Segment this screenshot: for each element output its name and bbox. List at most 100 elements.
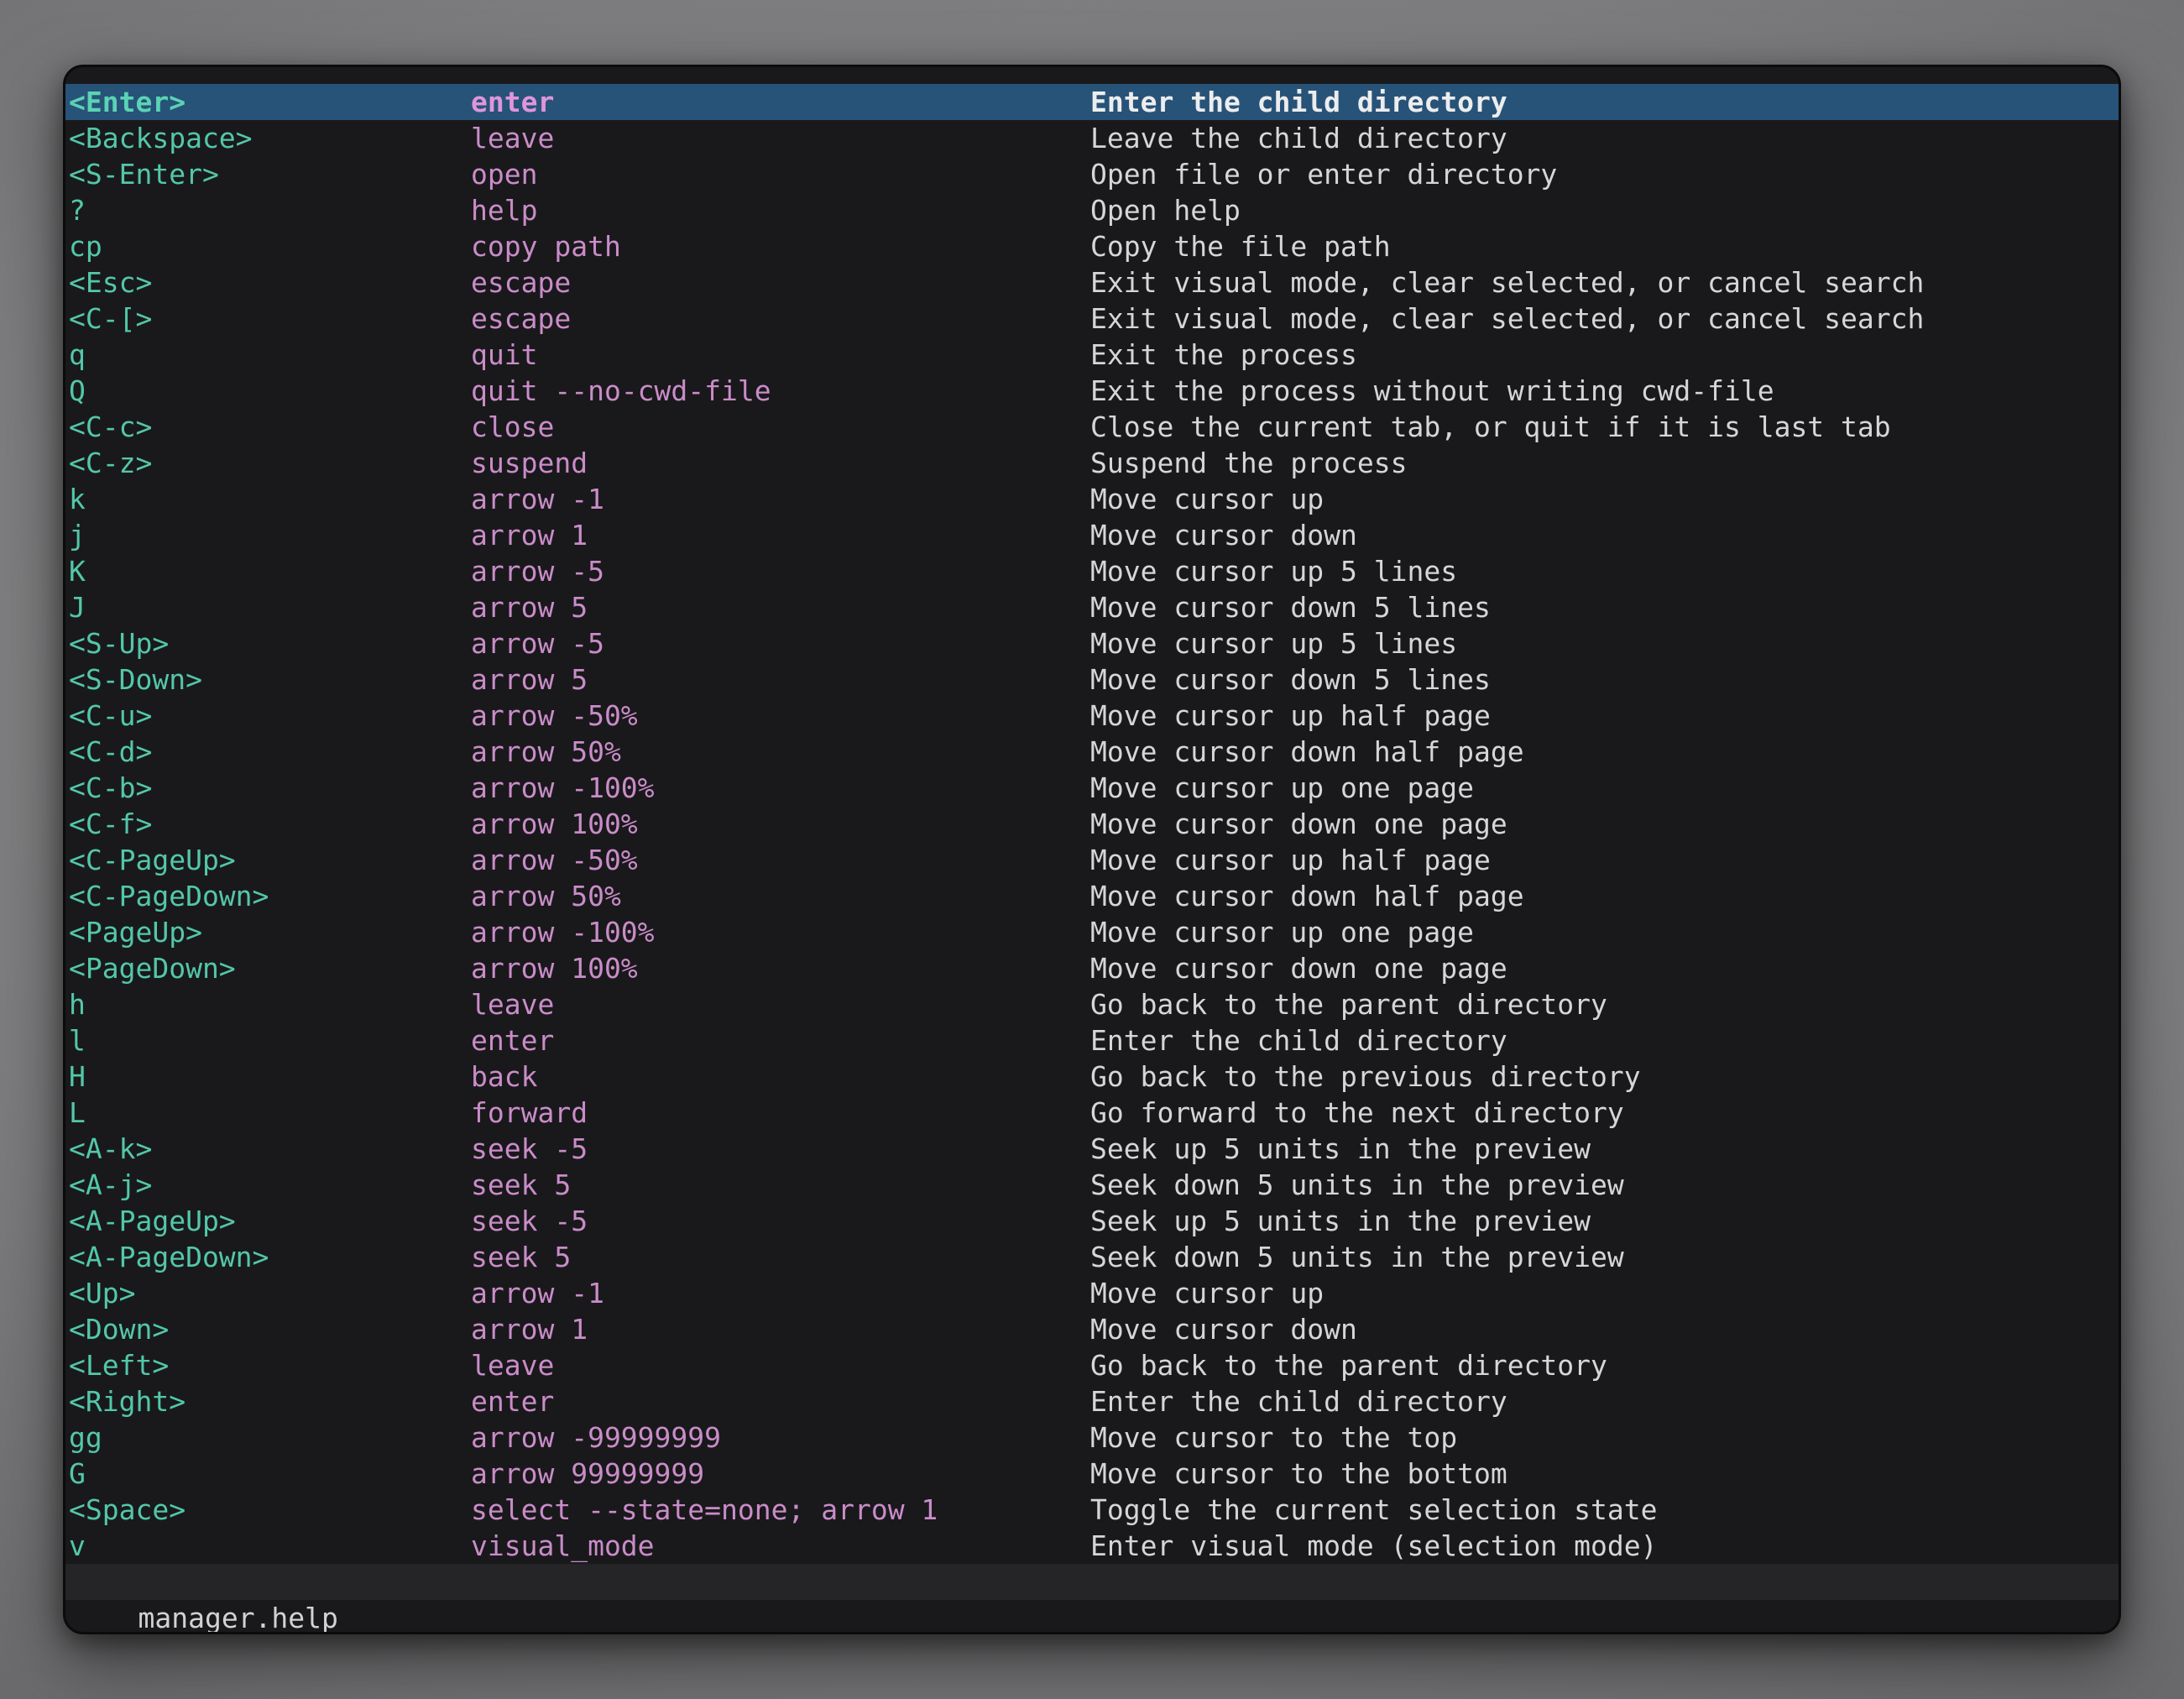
key-cell: v	[69, 1528, 471, 1564]
description-cell: Enter the child directory	[1090, 1022, 2119, 1059]
command-cell: arrow 1	[471, 517, 1090, 553]
key-cell: <Esc>	[69, 264, 471, 301]
command-cell: seek 5	[471, 1239, 1090, 1275]
key-cell: <A-PageUp>	[69, 1203, 471, 1239]
keybind-row[interactable]: <Left> leave Go back to the parent direc…	[65, 1347, 2119, 1383]
keybind-row[interactable]: ? help Open help	[65, 192, 2119, 228]
keybind-row[interactable]: <C-b> arrow -100% Move cursor up one pag…	[65, 770, 2119, 806]
keybind-row[interactable]: <Down> arrow 1 Move cursor down	[65, 1311, 2119, 1347]
key-cell: <A-PageDown>	[69, 1239, 471, 1275]
key-cell: <Enter>	[69, 84, 471, 120]
keybind-row[interactable]: <C-c> close Close the current tab, or qu…	[65, 409, 2119, 445]
command-cell: help	[471, 192, 1090, 228]
command-cell: arrow 1	[471, 1311, 1090, 1347]
status-bar: manager.help	[65, 1564, 2119, 1600]
keybind-row[interactable]: G arrow 99999999 Move cursor to the bott…	[65, 1456, 2119, 1492]
command-cell: enter	[471, 84, 1090, 120]
command-cell: copy path	[471, 228, 1090, 264]
command-cell: arrow 50%	[471, 878, 1090, 914]
description-cell: Move cursor up	[1090, 1275, 2119, 1311]
keybind-row[interactable]: <C-d> arrow 50% Move cursor down half pa…	[65, 734, 2119, 770]
keybind-row[interactable]: <Backspace> leave Leave the child direct…	[65, 120, 2119, 156]
command-cell: arrow -99999999	[471, 1419, 1090, 1456]
command-cell: seek 5	[471, 1167, 1090, 1203]
keybind-row[interactable]: cp copy path Copy the file path	[65, 228, 2119, 264]
command-cell: enter	[471, 1383, 1090, 1419]
keybind-row[interactable]: v visual_mode Enter visual mode (selecti…	[65, 1528, 2119, 1564]
keybind-row[interactable]: <A-PageDown> seek 5 Seek down 5 units in…	[65, 1239, 2119, 1275]
keybind-list: <Enter> enter Enter the child directory …	[65, 84, 2119, 1564]
command-cell: arrow 100%	[471, 950, 1090, 986]
key-cell: <Up>	[69, 1275, 471, 1311]
command-cell: quit --no-cwd-file	[471, 373, 1090, 409]
key-cell: gg	[69, 1419, 471, 1456]
command-cell: seek -5	[471, 1203, 1090, 1239]
keybind-row[interactable]: <Space> select --state=none; arrow 1 Tog…	[65, 1492, 2119, 1528]
keybind-row[interactable]: <C-f> arrow 100% Move cursor down one pa…	[65, 806, 2119, 842]
key-cell: <Down>	[69, 1311, 471, 1347]
description-cell: Open file or enter directory	[1090, 156, 2119, 192]
keybind-row[interactable]: L forward Go forward to the next directo…	[65, 1095, 2119, 1131]
keybind-row[interactable]: K arrow -5 Move cursor up 5 lines	[65, 553, 2119, 589]
keybind-row[interactable]: <S-Enter> open Open file or enter direct…	[65, 156, 2119, 192]
keybind-row[interactable]: J arrow 5 Move cursor down 5 lines	[65, 589, 2119, 625]
keybind-row[interactable]: q quit Exit the process	[65, 337, 2119, 373]
command-cell: suspend	[471, 445, 1090, 481]
key-cell: J	[69, 589, 471, 625]
command-cell: arrow -1	[471, 1275, 1090, 1311]
keybind-row[interactable]: <A-j> seek 5 Seek down 5 units in the pr…	[65, 1167, 2119, 1203]
terminal-window: <Enter> enter Enter the child directory …	[63, 65, 2121, 1634]
description-cell: Move cursor down half page	[1090, 878, 2119, 914]
keybind-row[interactable]: <C-PageDown> arrow 50% Move cursor down …	[65, 878, 2119, 914]
keybind-row[interactable]: h leave Go back to the parent directory	[65, 986, 2119, 1022]
command-cell: arrow -100%	[471, 914, 1090, 950]
keybind-row[interactable]: <Right> enter Enter the child directory	[65, 1383, 2119, 1419]
keybind-row[interactable]: H back Go back to the previous directory	[65, 1059, 2119, 1095]
keybind-row[interactable]: <C-[> escape Exit visual mode, clear sel…	[65, 301, 2119, 337]
key-cell: <C-b>	[69, 770, 471, 806]
keybind-row[interactable]: <A-k> seek -5 Seek up 5 units in the pre…	[65, 1131, 2119, 1167]
keybind-row[interactable]: <PageUp> arrow -100% Move cursor up one …	[65, 914, 2119, 950]
description-cell: Enter the child directory	[1090, 84, 2119, 120]
keybind-row[interactable]: <C-PageUp> arrow -50% Move cursor up hal…	[65, 842, 2119, 878]
key-cell: <C-c>	[69, 409, 471, 445]
keybind-row[interactable]: <Esc> escape Exit visual mode, clear sel…	[65, 264, 2119, 301]
keybind-row[interactable]: j arrow 1 Move cursor down	[65, 517, 2119, 553]
command-cell: close	[471, 409, 1090, 445]
description-cell: Move cursor up half page	[1090, 698, 2119, 734]
keybind-row[interactable]: <Enter> enter Enter the child directory	[65, 84, 2119, 120]
keybind-row[interactable]: l enter Enter the child directory	[65, 1022, 2119, 1059]
description-cell: Exit the process without writing cwd-fil…	[1090, 373, 2119, 409]
key-cell: <S-Enter>	[69, 156, 471, 192]
keybind-row[interactable]: <Up> arrow -1 Move cursor up	[65, 1275, 2119, 1311]
keybind-row[interactable]: gg arrow -99999999 Move cursor to the to…	[65, 1419, 2119, 1456]
keybind-row[interactable]: <S-Down> arrow 5 Move cursor down 5 line…	[65, 661, 2119, 698]
keybind-row[interactable]: <PageDown> arrow 100% Move cursor down o…	[65, 950, 2119, 986]
description-cell: Move cursor to the top	[1090, 1419, 2119, 1456]
key-cell: <S-Up>	[69, 625, 471, 661]
description-cell: Exit the process	[1090, 337, 2119, 373]
command-cell: arrow 5	[471, 661, 1090, 698]
keybind-row[interactable]: Q quit --no-cwd-file Exit the process wi…	[65, 373, 2119, 409]
command-cell: arrow -50%	[471, 842, 1090, 878]
key-cell: k	[69, 481, 471, 517]
command-cell: back	[471, 1059, 1090, 1095]
key-cell: <A-j>	[69, 1167, 471, 1203]
key-cell: <Space>	[69, 1492, 471, 1528]
command-cell: escape	[471, 264, 1090, 301]
keybind-row[interactable]: <C-z> suspend Suspend the process	[65, 445, 2119, 481]
keybind-row[interactable]: <S-Up> arrow -5 Move cursor up 5 lines	[65, 625, 2119, 661]
command-cell: enter	[471, 1022, 1090, 1059]
description-cell: Move cursor up one page	[1090, 914, 2119, 950]
key-cell: <Backspace>	[69, 120, 471, 156]
keybind-row[interactable]: k arrow -1 Move cursor up	[65, 481, 2119, 517]
keybind-row[interactable]: <C-u> arrow -50% Move cursor up half pag…	[65, 698, 2119, 734]
command-cell: arrow -5	[471, 553, 1090, 589]
description-cell: Go forward to the next directory	[1090, 1095, 2119, 1131]
command-cell: escape	[471, 301, 1090, 337]
command-cell: arrow 50%	[471, 734, 1090, 770]
keybind-row[interactable]: <A-PageUp> seek -5 Seek up 5 units in th…	[65, 1203, 2119, 1239]
description-cell: Go back to the previous directory	[1090, 1059, 2119, 1095]
key-cell: G	[69, 1456, 471, 1492]
key-cell: <C-z>	[69, 445, 471, 481]
